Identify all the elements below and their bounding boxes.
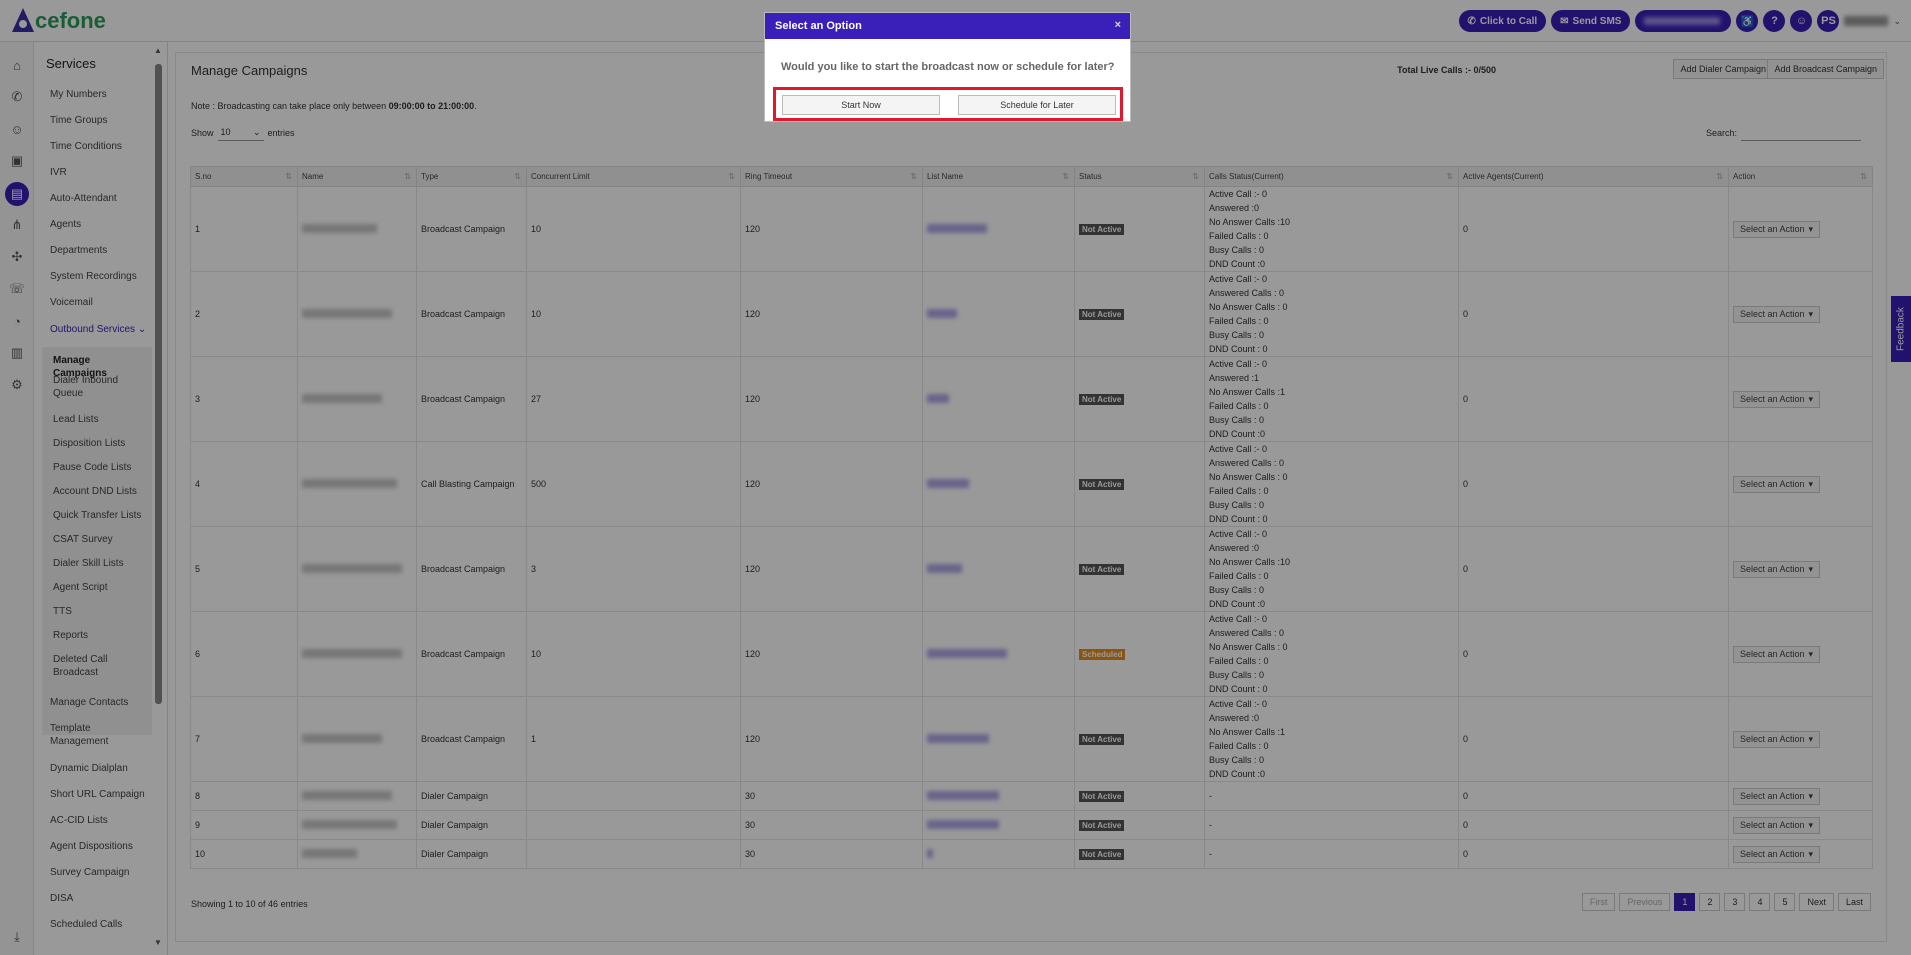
modal-header: Select an Option × bbox=[765, 13, 1130, 39]
schedule-later-button[interactable]: Schedule for Later bbox=[958, 95, 1116, 115]
modal-question: Would you like to start the broadcast no… bbox=[781, 61, 1115, 73]
modal-title: Select an Option bbox=[775, 20, 862, 32]
modal-overlay[interactable] bbox=[0, 0, 1911, 955]
highlight-box: Start Now Schedule for Later bbox=[773, 87, 1123, 121]
start-now-button[interactable]: Start Now bbox=[782, 95, 940, 115]
select-option-modal: Select an Option × Would you like to sta… bbox=[764, 12, 1131, 122]
close-icon[interactable]: × bbox=[1115, 19, 1121, 31]
